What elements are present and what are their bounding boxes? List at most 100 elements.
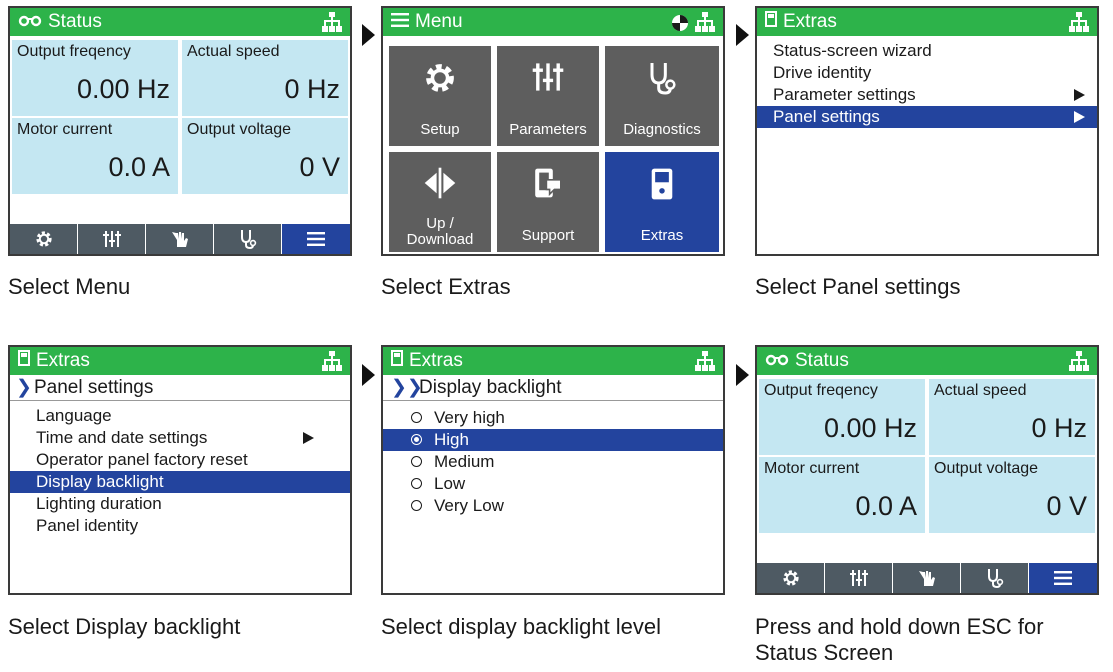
breadcrumb-label: Panel settings bbox=[34, 377, 154, 398]
value-cell: Output freqency 0.00 Hz bbox=[12, 40, 178, 116]
submenu-arrow-icon bbox=[303, 432, 314, 444]
panel-icon bbox=[391, 347, 403, 375]
extras-list: Status-screen wizard Drive identity Para… bbox=[757, 40, 1097, 128]
radio-option[interactable]: Low bbox=[383, 473, 723, 495]
softkey-setup[interactable] bbox=[10, 224, 78, 254]
cell-label: Output freqency bbox=[764, 382, 878, 399]
menu-tile-setup[interactable]: Setup bbox=[389, 46, 491, 146]
softkey-bar bbox=[10, 224, 350, 254]
tile-label: Setup bbox=[420, 121, 460, 138]
panel-icon bbox=[765, 8, 777, 36]
tile-label: Parameters bbox=[509, 121, 587, 138]
breadcrumb-label: Display backlight bbox=[419, 377, 562, 398]
cell-label: Output voltage bbox=[187, 121, 292, 138]
item-label: Parameter settings bbox=[773, 85, 916, 104]
tile-label: Up / Download bbox=[406, 215, 474, 248]
cell-value: 0.0 A bbox=[855, 491, 917, 521]
screen-header: Extras bbox=[383, 347, 723, 375]
list-item[interactable]: Status-screen wizard bbox=[757, 40, 1097, 62]
cell-value: 0.00 Hz bbox=[76, 74, 170, 104]
menu-tile-parameters[interactable]: Parameters bbox=[497, 46, 599, 146]
menu-tile-diagnostics[interactable]: Diagnostics bbox=[605, 46, 719, 146]
screen-header: Status bbox=[757, 347, 1097, 375]
item-label: Status-screen wizard bbox=[773, 41, 932, 60]
menu-screen: Menu Setup Parameters Diagnostics Up / D… bbox=[381, 6, 725, 256]
softkey-parameters[interactable] bbox=[825, 563, 893, 593]
list-item[interactable]: Lighting duration bbox=[10, 493, 350, 515]
value-cell: Output freqency 0.00 Hz bbox=[759, 379, 925, 455]
step-caption: Select Display backlight bbox=[8, 614, 241, 639]
chevron-right-icon: ❯ bbox=[16, 377, 32, 398]
screen-title: Extras bbox=[783, 11, 837, 33]
menu-tile-updownload[interactable]: Up / Download bbox=[389, 152, 491, 252]
panel-settings-list: Language Time and date settings Operator… bbox=[10, 405, 350, 537]
half-circle-icon bbox=[671, 13, 689, 41]
list-item[interactable]: Operator panel factory reset bbox=[10, 449, 350, 471]
item-label: Display backlight bbox=[36, 472, 164, 491]
softkey-setup[interactable] bbox=[757, 563, 825, 593]
step-arrow bbox=[362, 364, 375, 386]
radio-option[interactable]: Medium bbox=[383, 451, 723, 473]
item-label: Operator panel factory reset bbox=[36, 450, 248, 469]
screen-title: Status bbox=[48, 11, 102, 33]
cell-value: 0 Hz bbox=[284, 74, 340, 104]
value-cell: Actual speed 0 Hz bbox=[929, 379, 1095, 455]
radio-button-icon bbox=[411, 412, 422, 424]
softkey-manual[interactable] bbox=[146, 224, 214, 254]
network-icon bbox=[695, 12, 715, 41]
radio-button-checked-icon bbox=[411, 434, 422, 446]
softkey-parameters[interactable] bbox=[78, 224, 146, 254]
step-caption: Press and hold down ESC for bbox=[755, 614, 1044, 639]
screen-title: Menu bbox=[415, 11, 463, 33]
submenu-arrow-icon bbox=[1074, 89, 1085, 101]
tile-label: Support bbox=[521, 227, 575, 244]
radio-option-selected[interactable]: High bbox=[383, 429, 723, 451]
cell-label: Motor current bbox=[17, 121, 113, 138]
list-item-selected[interactable]: Display backlight bbox=[10, 471, 350, 493]
softkey-diagnostics[interactable] bbox=[961, 563, 1029, 593]
screen-title: Extras bbox=[36, 350, 90, 372]
step-caption: Status Screen bbox=[755, 640, 894, 665]
panel-icon bbox=[605, 166, 719, 210]
menu-tile-extras[interactable]: Extras bbox=[605, 152, 719, 252]
network-icon bbox=[1069, 12, 1089, 41]
screen-header: Extras bbox=[757, 8, 1097, 36]
gear-icon bbox=[389, 60, 491, 104]
step-caption: Select Extras bbox=[381, 274, 511, 299]
tile-label: Diagnostics bbox=[623, 121, 701, 138]
cell-label: Actual speed bbox=[934, 382, 1027, 399]
radio-button-icon bbox=[411, 500, 422, 512]
list-item[interactable]: Drive identity bbox=[757, 62, 1097, 84]
softkey-manual[interactable] bbox=[893, 563, 961, 593]
cell-label: Output freqency bbox=[17, 43, 131, 60]
radio-option[interactable]: Very Low bbox=[383, 495, 723, 517]
value-cell: Motor current 0.0 A bbox=[12, 118, 178, 194]
softkey-diagnostics[interactable] bbox=[214, 224, 282, 254]
menu-tile-support[interactable]: Support bbox=[497, 152, 599, 252]
item-label: Drive identity bbox=[773, 63, 872, 82]
list-item[interactable]: Language bbox=[10, 405, 350, 427]
list-item-selected[interactable]: Panel settings bbox=[757, 106, 1097, 128]
value-cell: Output voltage 0 V bbox=[929, 457, 1095, 533]
submenu-arrow-icon bbox=[1074, 111, 1085, 123]
item-label: Language bbox=[36, 406, 112, 425]
menu-icon bbox=[391, 8, 409, 36]
list-item[interactable]: Time and date settings bbox=[10, 427, 350, 449]
glasses-icon bbox=[765, 347, 789, 375]
item-label: Time and date settings bbox=[36, 428, 208, 447]
cell-value: 0.00 Hz bbox=[823, 413, 917, 443]
option-label: Low bbox=[434, 474, 466, 493]
list-item[interactable]: Panel identity bbox=[10, 515, 350, 537]
screen-title: Status bbox=[795, 350, 849, 372]
panel-settings-screen: Extras ❯ Panel settings Language Time and… bbox=[8, 345, 352, 595]
item-label: Panel identity bbox=[36, 516, 139, 535]
radio-option[interactable]: Very high bbox=[383, 407, 723, 429]
value-cell: Output voltage 0 V bbox=[182, 118, 348, 194]
step-arrow bbox=[362, 24, 375, 46]
step-caption: Select display backlight level bbox=[381, 614, 662, 639]
softkey-menu[interactable] bbox=[282, 224, 350, 254]
support-icon bbox=[497, 166, 599, 210]
list-item[interactable]: Parameter settings bbox=[757, 84, 1097, 106]
softkey-menu[interactable] bbox=[1029, 563, 1097, 593]
step-caption: Select Panel settings bbox=[755, 274, 961, 299]
